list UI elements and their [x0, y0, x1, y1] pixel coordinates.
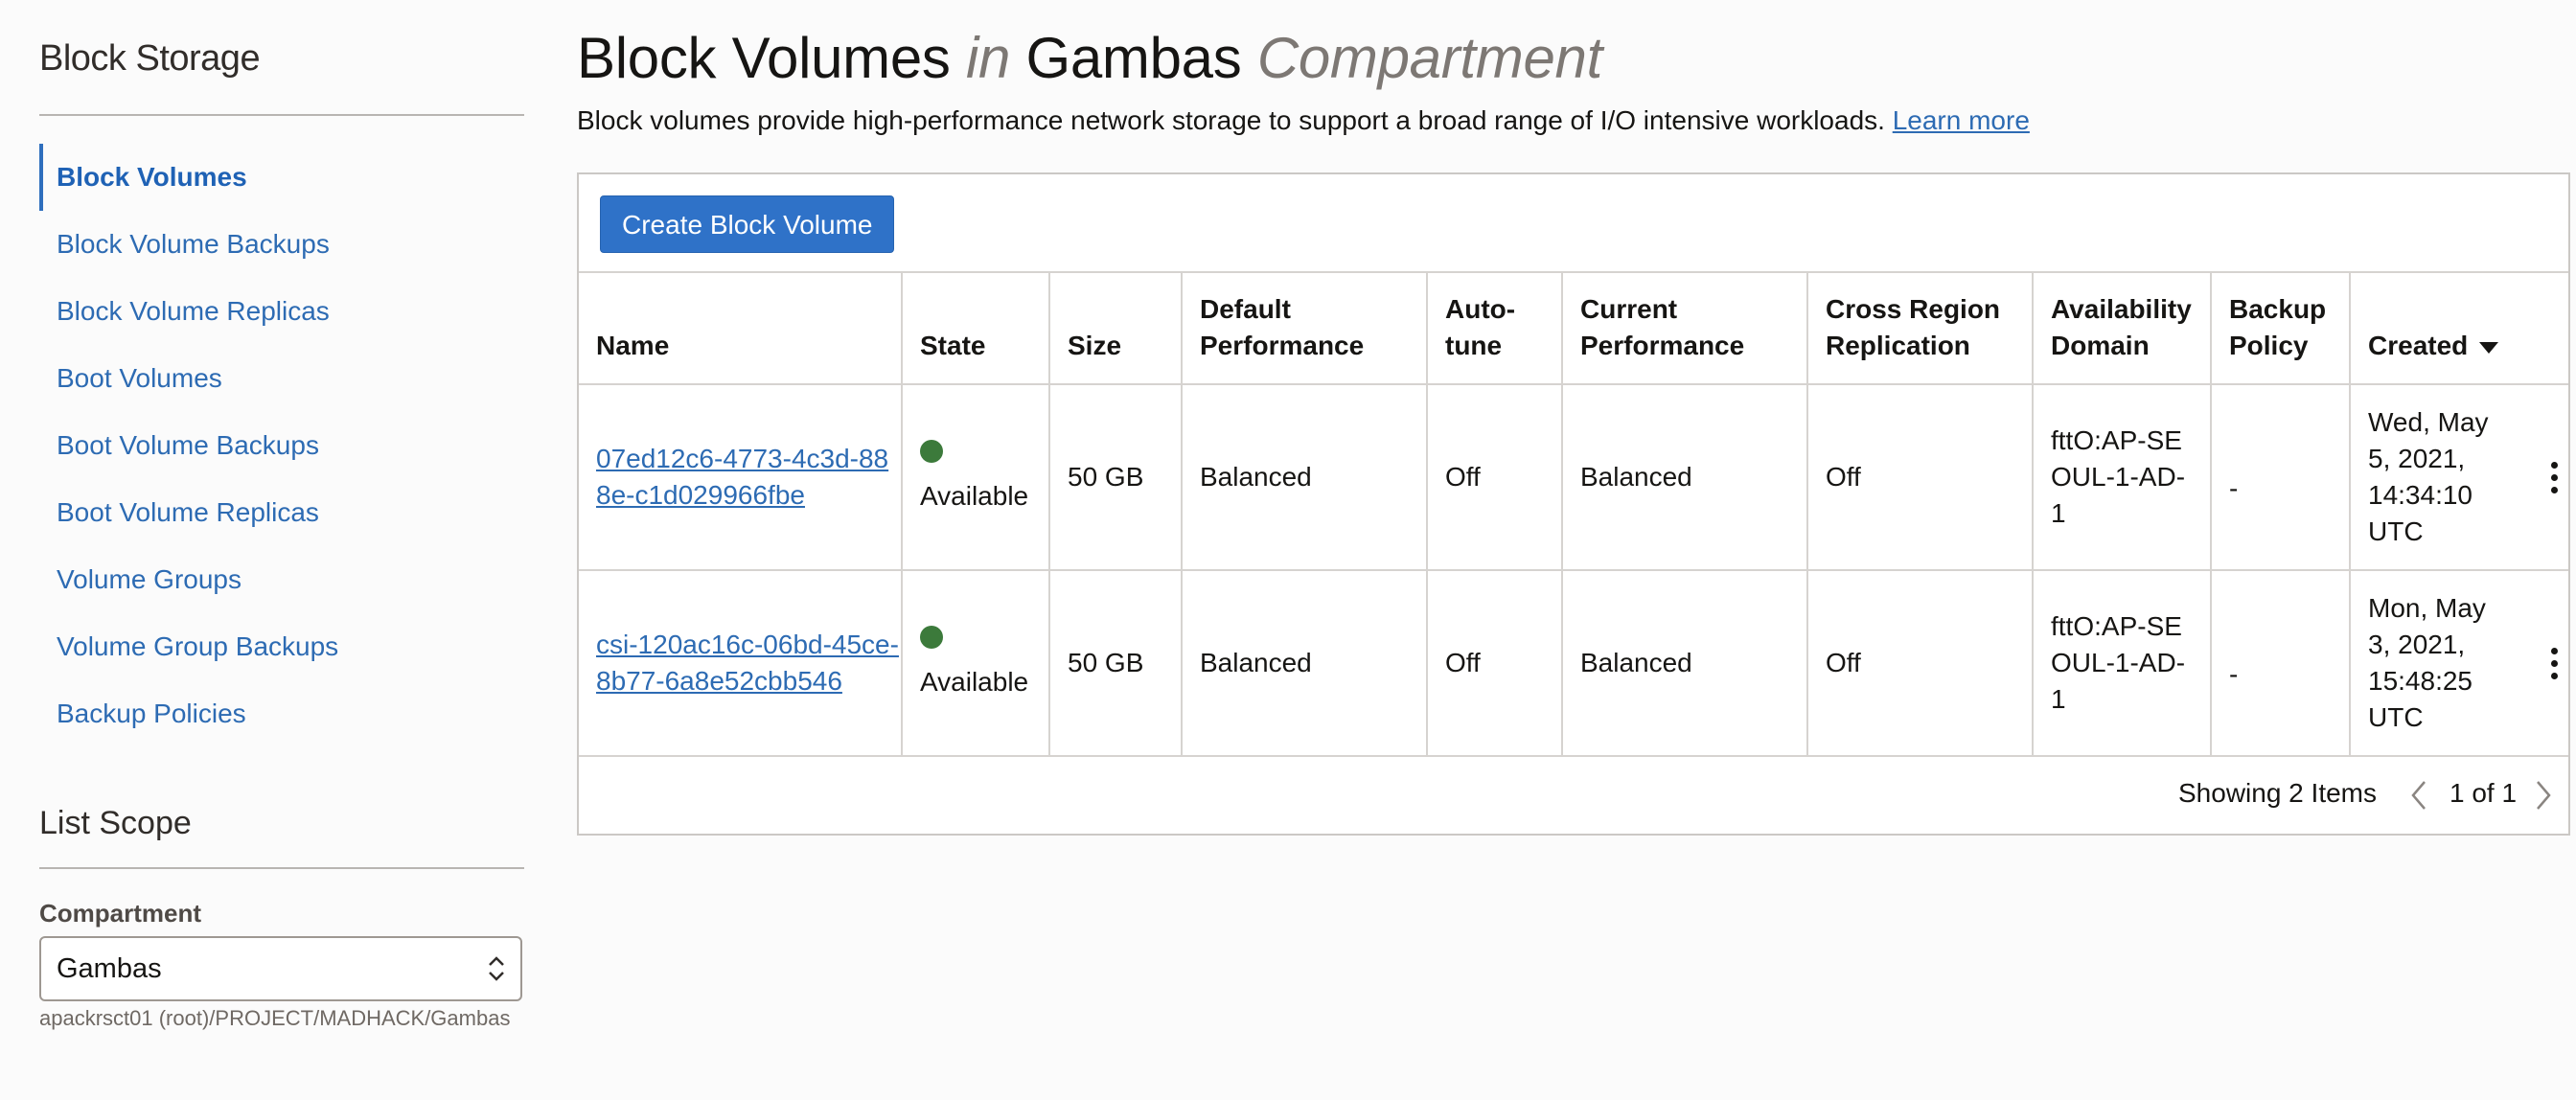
status-available-icon: [920, 440, 943, 463]
column-header-name[interactable]: Name: [579, 271, 903, 385]
sidebar: Block Storage Block Volumes Block Volume…: [39, 0, 524, 1100]
volume-created-cell: Mon, May 3, 2021, 15:48:25 UTC: [2350, 570, 2568, 757]
volume-created: Mon, May 3, 2021, 15:48:25 UTC: [2368, 593, 2486, 732]
sidebar-item-block-volumes[interactable]: Block Volumes: [39, 144, 524, 211]
sidebar-item-boot-volume-backups[interactable]: Boot Volume Backups: [39, 412, 524, 479]
page-title-in: in: [966, 26, 1011, 90]
volume-size: 50 GB: [1049, 384, 1183, 571]
sidebar-item-boot-volume-replicas[interactable]: Boot Volume Replicas: [39, 479, 524, 546]
column-header-auto-tune[interactable]: Auto-tune: [1427, 271, 1563, 385]
row-actions-menu-icon[interactable]: [2551, 462, 2559, 494]
volume-auto-tune: Off: [1427, 384, 1563, 571]
volume-auto-tune: Off: [1427, 570, 1563, 757]
status-available-icon: [920, 626, 943, 649]
create-block-volume-button[interactable]: Create Block Volume: [600, 195, 895, 253]
sort-descending-icon: [2479, 341, 2499, 354]
sidebar-item-backup-policies[interactable]: Backup Policies: [39, 680, 524, 747]
column-header-default-performance[interactable]: Default Performance: [1182, 271, 1428, 385]
page-description: Block volumes provide high-performance n…: [577, 105, 2030, 136]
volumes-panel: Create Block Volume Name State Size Defa…: [577, 172, 2570, 836]
volume-availability-domain: fttO:AP-SEOUL-1-AD-1: [2033, 570, 2212, 757]
items-count: Showing 2 Items: [2178, 778, 2377, 808]
volume-default-performance: Balanced: [1182, 384, 1428, 571]
chevron-left-icon[interactable]: [2409, 778, 2428, 813]
divider: [39, 114, 524, 116]
page-indicator: 1 of 1: [2450, 778, 2518, 808]
volume-state: Available: [920, 667, 1029, 697]
column-header-size[interactable]: Size: [1049, 271, 1183, 385]
volume-default-performance: Balanced: [1182, 570, 1428, 757]
table-row: 07ed12c6-4773-4c3d-888e-c1d029966fbe Ava…: [579, 384, 2568, 571]
select-chevrons-icon: [489, 956, 504, 981]
column-header-cross-region-replication[interactable]: Cross Region Replication: [1807, 271, 2034, 385]
description-text: Block volumes provide high-performance n…: [577, 105, 1885, 135]
volume-availability-domain: fttO:AP-SEOUL-1-AD-1: [2033, 384, 2212, 571]
volume-name-link[interactable]: csi-120ac16c-06bd-45ce-8b77-6a8e52cbb546: [596, 630, 899, 696]
sidebar-item-block-volume-backups[interactable]: Block Volume Backups: [39, 211, 524, 278]
main-content: Block Volumes in Gambas Compartment Bloc…: [577, 0, 2570, 1100]
column-header-current-performance[interactable]: Current Performance: [1562, 271, 1808, 385]
sidebar-item-volume-group-backups[interactable]: Volume Group Backups: [39, 613, 524, 680]
volume-backup-policy: -: [2211, 570, 2351, 757]
volume-state: Available: [920, 481, 1029, 511]
sidebar-title: Block Storage: [39, 38, 261, 79]
volume-name-link[interactable]: 07ed12c6-4773-4c3d-888e-c1d029966fbe: [596, 444, 888, 510]
column-header-state[interactable]: State: [902, 271, 1050, 385]
page-title-suffix: Compartment: [1256, 26, 1602, 90]
column-header-created[interactable]: Created: [2350, 271, 2568, 385]
chevron-right-icon[interactable]: [2534, 778, 2553, 813]
learn-more-link[interactable]: Learn more: [1893, 105, 2030, 135]
sidebar-nav: Block Volumes Block Volume Backups Block…: [39, 144, 524, 747]
compartment-value: Gambas: [57, 953, 162, 984]
volume-size: 50 GB: [1049, 570, 1183, 757]
table-header-row: Name State Size Default Performance Auto…: [579, 271, 2568, 385]
list-scope-title: List Scope: [39, 805, 192, 841]
page-title: Block Volumes in Gambas Compartment: [577, 25, 1602, 91]
volumes-table: Name State Size Default Performance Auto…: [579, 271, 2568, 757]
row-actions-menu-icon[interactable]: [2551, 648, 2559, 680]
sidebar-item-block-volume-replicas[interactable]: Block Volume Replicas: [39, 278, 524, 345]
column-header-availability-domain[interactable]: Availability Domain: [2033, 271, 2212, 385]
page-title-resource: Block Volumes: [577, 26, 951, 90]
volume-current-performance: Balanced: [1562, 570, 1808, 757]
volume-created: Wed, May 5, 2021, 14:34:10 UTC: [2368, 407, 2489, 546]
volume-created-cell: Wed, May 5, 2021, 14:34:10 UTC: [2350, 384, 2568, 571]
compartment-label: Compartment: [39, 899, 202, 928]
sidebar-item-boot-volumes[interactable]: Boot Volumes: [39, 345, 524, 412]
volume-current-performance: Balanced: [1562, 384, 1808, 571]
page-title-compartment: Gambas: [1025, 26, 1242, 90]
volume-cross-region-replication: Off: [1807, 384, 2034, 571]
table-row: csi-120ac16c-06bd-45ce-8b77-6a8e52cbb546…: [579, 570, 2568, 757]
volume-cross-region-replication: Off: [1807, 570, 2034, 757]
compartment-select[interactable]: Gambas: [39, 936, 522, 1001]
divider: [39, 867, 524, 869]
volume-backup-policy: -: [2211, 384, 2351, 571]
column-header-backup-policy[interactable]: Backup Policy: [2211, 271, 2351, 385]
sidebar-item-volume-groups[interactable]: Volume Groups: [39, 546, 524, 613]
compartment-path: apackrsct01 (root)/PROJECT/MADHACK/Gamba…: [39, 1006, 511, 1030]
column-header-created-label: Created: [2368, 331, 2469, 360]
